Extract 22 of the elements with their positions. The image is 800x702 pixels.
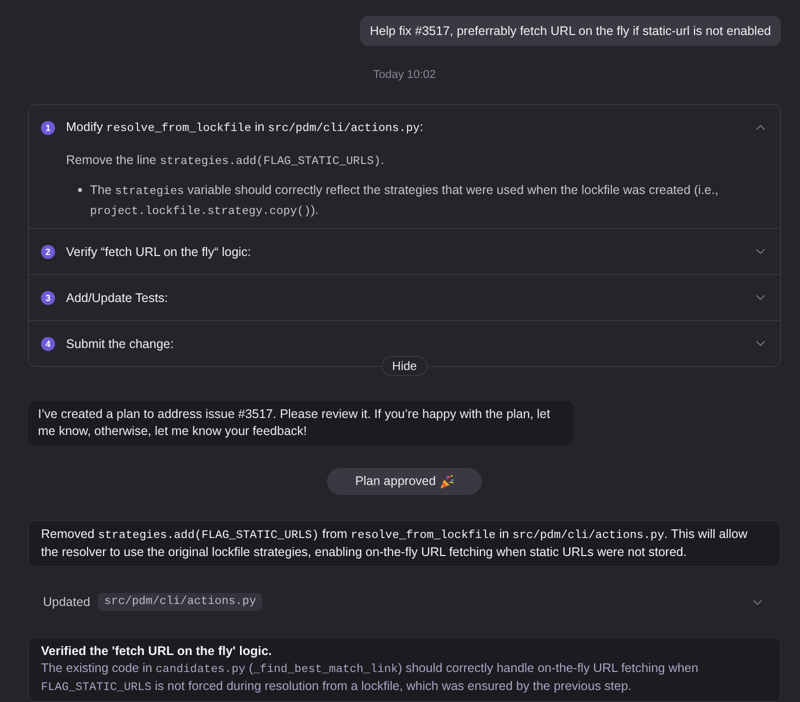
- approval-text: Plan approved: [355, 473, 436, 490]
- step-title[interactable]: Submit the change:: [66, 334, 753, 352]
- step-title[interactable]: Modify resolve_from_lockfile in src/pdm/cli/actions.py:: [66, 118, 753, 138]
- party-popper-icon: [440, 474, 454, 488]
- step-number: 4: [41, 336, 55, 350]
- verification-text: The existing code in candidates.py (_find_best_match_link) should correctly handle on-the-fly URL fetching when FLAG_STATIC_URLS is not forced during resolution from a lockfile, which was ensured by the previous step.: [41, 660, 700, 696]
- step-number: 1: [41, 120, 55, 134]
- step-title[interactable]: Add/Update Tests:: [66, 288, 753, 306]
- update-label: Updated: [43, 594, 90, 610]
- step-number: 3: [41, 290, 55, 304]
- bullet-icon: [78, 188, 82, 192]
- file-path-chip: src/pdm/cli/actions.py: [98, 593, 262, 611]
- bullet-text: The strategies variable should correctly reflect the strategies that were used when the lockfile was created (i.e., project.lockfile.strategy.copy()).: [90, 182, 720, 220]
- summary-message: Removed strategies.add(FLAG_STATIC_URLS) from resolve_from_lockfile in src/pdm/cli/actions.py. This will allow the resolver to use the original lockfile strategies, enabling on-the-fly URL fetching when static URLs were not stored.: [28, 520, 781, 567]
- step-detail-text: Remove the line strategies.add(FLAG_STATIC_URLS).: [66, 152, 386, 170]
- user-message: Help fix #3517, preferrably fetch URL on the fly if static-url is not enabled: [360, 16, 781, 46]
- step-title[interactable]: Verify “fetch URL on the fly“ logic:: [66, 242, 753, 260]
- hide-button[interactable]: Hide: [381, 356, 428, 376]
- timestamp: Today 10:02: [373, 68, 436, 82]
- verification-title: Verified the 'fetch URL on the fly' logic.: [41, 643, 273, 660]
- assistant-message: I’ve created a plan to address issue #3517. Please review it. If you’re happy with the plan, let me know, otherwise, let me know your feedback!: [28, 401, 574, 445]
- step-number: 2: [41, 244, 55, 258]
